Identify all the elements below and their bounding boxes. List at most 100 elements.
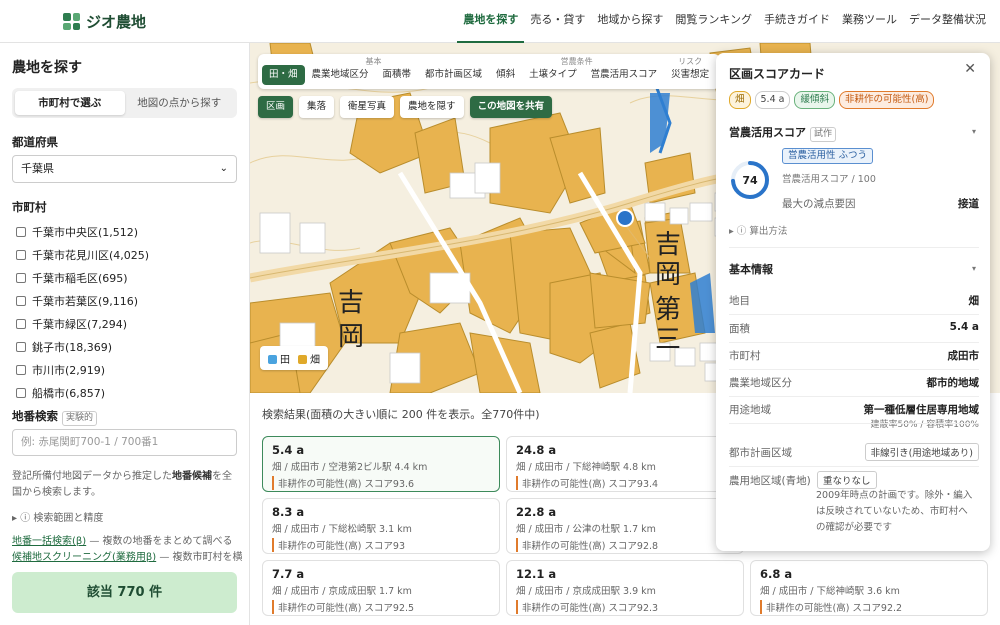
divider — [729, 423, 979, 424]
city-option[interactable]: 市川市(2,919) — [16, 358, 241, 381]
checkbox[interactable] — [16, 387, 26, 398]
result-card[interactable]: 24.8 a 畑 / 成田市 / 下総神崎駅 4.8 km 非耕作の可能性(高) ス… — [506, 436, 744, 492]
results-heading: 検索結果(面積の大きい順に 200 件を表示。全770件中) — [262, 408, 540, 421]
city-option[interactable]: 千葉市緑区(7,294) — [16, 312, 241, 335]
checkbox[interactable] — [16, 341, 26, 352]
lot-number-input[interactable]: 例: 赤尾関町700-1 / 700番1 — [12, 429, 237, 456]
logo[interactable]: ジオ農地 — [63, 11, 146, 32]
badge-area: 5.4 a — [754, 91, 791, 109]
calc-method-toggle[interactable]: ▸ ⓘ 算出方法 — [729, 223, 787, 237]
legend-field: 畑 — [298, 351, 320, 366]
city-option[interactable]: 銚子市(18,369) — [16, 335, 241, 358]
nav-tools[interactable]: 業務ツール — [836, 0, 903, 43]
hits-button[interactable]: 該当 770 件 — [12, 572, 237, 613]
score-gauge: 74 — [731, 161, 769, 199]
hide-farmland-button[interactable]: 農地を隠す — [400, 96, 464, 118]
bulk-lot-search-link[interactable]: 地番一括検索(β) — [12, 536, 86, 547]
nav-data-status[interactable]: データ整備状況 — [903, 0, 992, 43]
basic-info-title[interactable]: 基本情報 — [729, 261, 773, 277]
info-value: 5.4 a — [949, 321, 979, 333]
city-option[interactable]: 千葉市稲毛区(695) — [16, 266, 241, 289]
result-card[interactable]: 6.8 a 畑 / 成田市 / 下総神崎駅 3.6 km 非耕作の可能性(高) スコ… — [750, 560, 988, 616]
layer-slope[interactable]: 傾斜 — [489, 65, 522, 85]
prefecture-value: 千葉県 — [21, 162, 54, 175]
map-label-1: 吉 — [338, 288, 364, 318]
view-village[interactable]: 集落 — [299, 96, 335, 118]
nav-by-region[interactable]: 地域から探す — [591, 0, 669, 43]
checkbox[interactable] — [16, 364, 26, 375]
result-card[interactable]: 22.8 a 畑 / 成田市 / 公津の杜駅 1.7 km 非耕作の可能性(高) ス… — [506, 498, 744, 554]
agri-zone-note: 2009年時点の計画です。除外・編入は反映されていないため、市町村への確認が必要… — [816, 490, 973, 533]
city-option[interactable]: 千葉市花見川区(4,025) — [16, 243, 241, 266]
main-nav: 農地を探す 売る・貸す 地域から探す 閲覧ランキング 手続きガイド 業務ツール … — [457, 0, 1000, 43]
map-controls: 区画 集落 衛星写真 農地を隠す この地図を共有 — [258, 96, 553, 118]
result-risk: 非耕作の可能性(高) スコア93.6 — [272, 476, 490, 490]
city-option[interactable]: 千葉市若葉区(9,116) — [16, 289, 241, 312]
legend-paddy: 田 — [268, 351, 290, 366]
result-card[interactable]: 8.3 a 畑 / 成田市 / 下総松崎駅 3.1 km 非耕作の可能性(高) スコ… — [262, 498, 500, 554]
close-icon[interactable]: ✕ — [964, 61, 976, 77]
layer-agri-region[interactable]: 農業地域区分 — [305, 65, 376, 85]
parcel-badges: 畑 5.4 a 緩傾斜 非耕作の可能性(高) — [729, 91, 935, 109]
layer-soil[interactable]: 土壌タイプ — [522, 65, 584, 85]
result-meta: 畑 / 成田市 / 下総神崎駅 3.6 km — [760, 586, 900, 597]
layer-urban-plan[interactable]: 都市計画区域 — [418, 65, 489, 85]
layer-score[interactable]: 営農活用スコア — [584, 65, 665, 85]
checkbox[interactable] — [16, 226, 26, 237]
result-card[interactable]: 5.4 a 畑 / 成田市 / 空港第2ビル駅 4.4 km 非耕作の可能性(高) … — [262, 436, 500, 492]
info-key: 市町村 — [729, 350, 761, 362]
share-map-button[interactable]: この地図を共有 — [469, 96, 553, 118]
result-card[interactable]: 7.7 a 畑 / 成田市 / 京成成田駅 1.7 km 非耕作の可能性(高) スコ… — [262, 560, 500, 616]
view-parcel[interactable]: 区画 — [258, 96, 294, 118]
screening-link[interactable]: 候補地スクリーニング(業務用β) — [12, 552, 156, 563]
chevron-down-icon[interactable]: ▾ — [972, 264, 976, 273]
info-value: 都市的地域 — [926, 377, 980, 389]
checkbox[interactable] — [16, 295, 26, 306]
checkbox[interactable] — [16, 272, 26, 283]
prefecture-select[interactable]: 千葉県 ⌄ — [12, 155, 237, 183]
layer-disaster[interactable]: 災害想定 — [664, 65, 716, 85]
result-area: 7.7 a — [272, 567, 305, 581]
mode-by-map-point[interactable]: 地図の点から探す — [125, 91, 235, 115]
checkbox[interactable] — [16, 249, 26, 260]
logo-mark-icon — [63, 13, 80, 30]
app-header: ジオ農地 農地を探す 売る・貸す 地域から探す 閲覧ランキング 手続きガイド 業… — [0, 0, 1000, 43]
chevron-down-icon[interactable]: ▾ — [972, 127, 976, 136]
result-meta: 畑 / 成田市 / 京成成田駅 3.9 km — [516, 586, 656, 597]
result-risk: 非耕作の可能性(高) スコア93 — [272, 538, 490, 552]
tool-links: 地番一括検索(β) — 複数の地番をまとめて調べる 候補地スクリーニング(業務用… — [12, 536, 242, 563]
divider — [729, 396, 979, 397]
map-label-4: 岡 — [655, 260, 681, 290]
map-label-2: 岡 — [338, 322, 364, 352]
search-scope-toggle[interactable]: ▸ ⓘ 検索範囲と精度 — [12, 509, 103, 524]
view-satellite[interactable]: 衛星写真 — [340, 96, 395, 118]
result-risk: 非耕作の可能性(高) スコア93.4 — [516, 476, 734, 490]
mode-by-city[interactable]: 市町村で選ぶ — [15, 91, 125, 115]
score-section-title[interactable]: 営農活用スコア 試作 — [729, 124, 837, 142]
info-key: 地目 — [729, 295, 750, 307]
result-risk: 非耕作の可能性(高) スコア92.3 — [516, 600, 734, 614]
map-legend: 田 畑 — [260, 346, 328, 370]
divider — [729, 247, 979, 248]
result-card[interactable]: 12.1 a 畑 / 成田市 / 京成成田駅 3.9 km 非耕作の可能性(高) ス… — [506, 560, 744, 616]
layer-paddy-field[interactable]: 田・畑 — [262, 65, 305, 85]
city-option[interactable]: 千葉市中央区(1,512) — [16, 220, 241, 243]
result-area: 12.1 a — [516, 567, 557, 581]
score-card-panel: 区画スコアカード ✕ 畑 5.4 a 緩傾斜 非耕作の可能性(高) 営農活用スコ… — [716, 53, 990, 551]
lot-search-note: 登記所備付地図データから推定した地番候補を全国から検索します。 — [12, 471, 232, 498]
result-meta: 畑 / 成田市 / 下総神崎駅 4.8 km — [516, 462, 656, 473]
logo-text: ジオ農地 — [86, 13, 147, 31]
city-option[interactable]: 船橋市(6,857) — [16, 381, 241, 404]
result-meta: 畑 / 成田市 / 京成成田駅 1.7 km — [272, 586, 412, 597]
layer-area-band[interactable]: 面積帯 — [376, 65, 419, 85]
lot-search-label: 地番検索 実験的 — [12, 408, 98, 426]
info-value: 成田市 — [947, 350, 980, 362]
nav-search-farmland[interactable]: 農地を探す — [457, 0, 525, 43]
checkbox[interactable] — [16, 318, 26, 329]
trial-tag: 試作 — [810, 127, 837, 142]
result-meta: 畑 / 成田市 / 公津の杜駅 1.7 km — [516, 524, 656, 535]
nav-guide[interactable]: 手続きガイド — [758, 0, 836, 43]
nav-ranking[interactable]: 閲覧ランキング — [669, 0, 758, 43]
nav-sell-lend[interactable]: 売る・貸す — [524, 0, 591, 43]
result-area: 24.8 a — [516, 443, 557, 457]
